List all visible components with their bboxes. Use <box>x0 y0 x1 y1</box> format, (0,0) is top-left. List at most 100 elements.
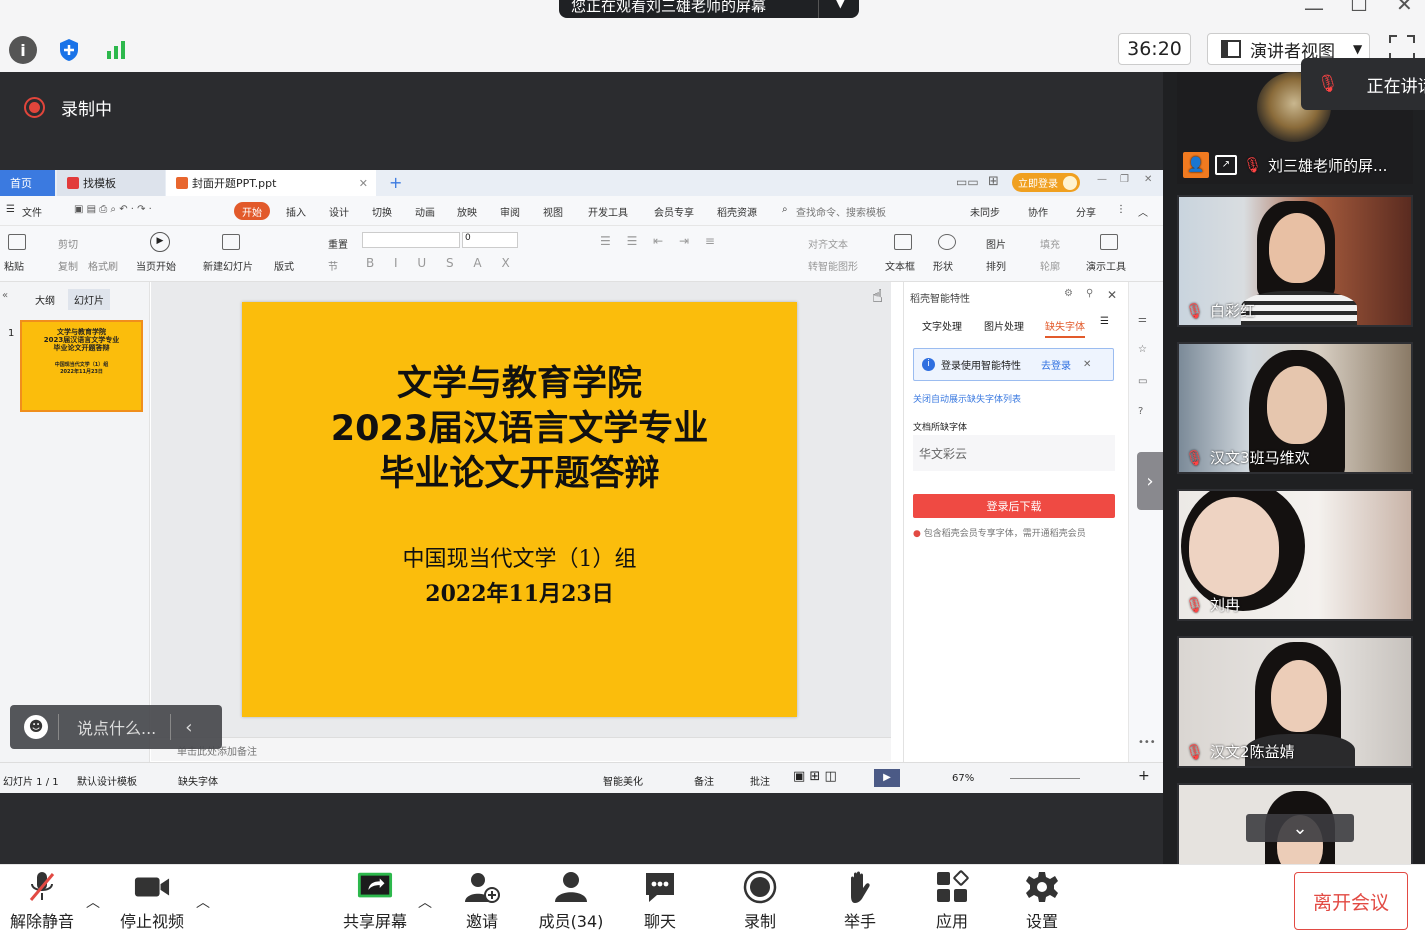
from-current-button[interactable]: 当页开始 <box>136 258 176 273</box>
invite-button[interactable]: 邀请 <box>452 870 512 932</box>
outline-button[interactable]: 轮廓 <box>1040 258 1060 273</box>
missing-font-item[interactable]: 华文彩云 <box>913 435 1115 471</box>
menu-transition[interactable]: 切换 <box>372 204 392 219</box>
reset-button[interactable]: 重置 <box>328 236 348 251</box>
format-painter-button[interactable]: 格式刷 <box>88 258 118 273</box>
chevron-up-icon[interactable]: ︿ <box>86 892 100 912</box>
collapse-panel-icon[interactable]: « <box>2 290 8 301</box>
collapse-panel-handle[interactable]: › <box>1137 452 1163 510</box>
menu-developer[interactable]: 开发工具 <box>588 204 628 219</box>
chat-quick-input[interactable]: ☻ 说点什么... ‹ <box>10 705 222 749</box>
menu-design[interactable]: 设计 <box>329 204 349 219</box>
menu-icon[interactable]: ☰ <box>1100 316 1109 327</box>
zoom-slider[interactable] <box>1010 778 1080 779</box>
scroll-more-participants[interactable]: ⌄ <box>1246 814 1354 842</box>
hamburger-icon[interactable]: ☰ <box>6 204 15 215</box>
notes-toggle[interactable]: 备注 <box>694 773 714 788</box>
paste-button[interactable]: 粘贴 <box>4 258 24 273</box>
smart-panel-header[interactable]: 稻壳智能特性 <box>910 290 970 305</box>
section-button[interactable]: 节 <box>328 258 338 273</box>
apps-grid-icon[interactable]: ⊞ <box>988 174 999 189</box>
video-tile[interactable]: 🎙 汉文2陈益婧 <box>1177 636 1413 768</box>
close-icon[interactable]: ✕ <box>1144 174 1152 185</box>
close-icon[interactable]: ✕ <box>1083 359 1091 370</box>
zoom-level[interactable]: 67% <box>952 773 974 784</box>
paragraph-icons[interactable]: ☰ ☰ ⇤ ⇥ ≡ <box>600 234 721 248</box>
chat-button[interactable]: 聊天 <box>630 870 690 932</box>
slide-subtitle[interactable]: 中国现当代文学（1）组 2022年11月23日 <box>242 542 797 612</box>
present-tools-button[interactable]: 演示工具 <box>1086 258 1126 273</box>
fill-button[interactable]: 填充 <box>1040 236 1060 251</box>
tab-home[interactable]: 首页 <box>0 170 55 196</box>
login-now-button[interactable]: 立即登录 <box>1012 173 1080 192</box>
chevron-up-icon[interactable]: ︿ <box>418 892 432 912</box>
tab-templates[interactable]: 找模板 <box>57 170 165 196</box>
leave-meeting-button[interactable]: 离开会议 <box>1294 872 1408 930</box>
share-button[interactable]: 分享 <box>1076 204 1096 219</box>
cut-button[interactable]: 剪切 <box>58 236 78 251</box>
stop-video-button[interactable]: 停止视频 <box>118 870 186 932</box>
collapse-ribbon-icon[interactable]: ︿ <box>1138 204 1148 219</box>
close-icon[interactable]: ✕ <box>1396 0 1413 16</box>
menu-start[interactable]: 开始 <box>234 202 270 220</box>
video-tile[interactable]: 🎙 白彩红 <box>1177 195 1413 327</box>
menu-review[interactable]: 审阅 <box>500 204 520 219</box>
minimize-icon[interactable]: — <box>1097 174 1107 185</box>
video-tile[interactable]: 🎙 汉文3班马维欢 <box>1177 342 1413 474</box>
info-icon[interactable]: i <box>9 36 37 64</box>
close-icon[interactable]: ✕ <box>1107 288 1117 302</box>
slide[interactable]: 文学与教育学院 2023届汉语言文学专业 毕业论文开题答辩 中国现当代文学（1）… <box>242 302 797 717</box>
font-name-select[interactable] <box>362 232 460 248</box>
menu-member[interactable]: 会员专享 <box>654 204 694 219</box>
settings-button[interactable]: 设置 <box>1012 870 1072 932</box>
copy-button[interactable]: 复制 <box>58 258 78 273</box>
more-icon[interactable]: ••• <box>1138 737 1156 748</box>
picture-button[interactable]: 图片 <box>986 236 1006 251</box>
chevron-left-icon[interactable]: ‹ <box>185 717 192 738</box>
login-download-button[interactable]: 登录后下载 <box>913 494 1115 518</box>
sync-status[interactable]: 未同步 <box>970 204 1000 219</box>
comments-toggle[interactable]: 批注 <box>750 773 770 788</box>
layout-button[interactable]: 版式 <box>274 258 294 273</box>
star-icon[interactable]: ☆ <box>1138 344 1147 355</box>
adjust-icon[interactable]: ⚌ <box>1138 314 1147 325</box>
align-text-button[interactable]: 对齐文本 <box>808 236 848 251</box>
tab-outline[interactable]: 大纲 <box>35 292 55 307</box>
tab-document[interactable]: 封面开题PPT.ppt ✕ <box>166 170 376 196</box>
zoom-in-icon[interactable]: + <box>1138 768 1150 784</box>
menu-insert[interactable]: 插入 <box>286 204 306 219</box>
auto-show-link[interactable]: 关闭自动展示缺失字体列表 <box>913 392 1021 405</box>
menu-docer[interactable]: 稻壳资源 <box>717 204 757 219</box>
apps-button[interactable]: 应用 <box>922 870 982 932</box>
paste-icon[interactable] <box>8 234 26 250</box>
command-search-input[interactable]: 查找命令、搜索模板 <box>796 204 886 219</box>
screen-share-banner[interactable]: 您正在观看刘三雄老师的屏幕 ▼ <box>559 0 859 18</box>
pin-icon[interactable]: ⚲ <box>1086 288 1093 299</box>
video-tile[interactable]: 🎙 刘冉 <box>1177 489 1413 621</box>
notes-area[interactable]: 单击此处添加备注 <box>151 737 891 761</box>
arrange-button[interactable]: 排列 <box>986 258 1006 273</box>
tab-missing-fonts[interactable]: 缺失字体 <box>1045 318 1085 338</box>
slide-thumbnail[interactable]: 文学与教育学院 2023届汉语言文学专业 毕业论文开题答辩 中国现当代文学（1）… <box>20 320 143 412</box>
unmute-button[interactable]: 解除静音 <box>8 870 76 932</box>
slide-title[interactable]: 文学与教育学院 2023届汉语言文学专业 毕业论文开题答辩 <box>242 362 797 497</box>
members-button[interactable]: 成员(34) <box>535 870 607 932</box>
tab-image-processing[interactable]: 图片处理 <box>984 318 1024 333</box>
security-shield-icon[interactable] <box>55 36 83 64</box>
template-name[interactable]: 默认设计模板 <box>77 773 137 788</box>
restore-icon[interactable]: ❐ <box>1120 174 1129 185</box>
missing-font-status[interactable]: 缺失字体 <box>178 773 218 788</box>
beautify-button[interactable]: 智能美化 <box>603 773 643 788</box>
play-slideshow-button[interactable]: ▶ <box>874 769 900 787</box>
record-button[interactable]: 录制 <box>730 870 790 932</box>
view-normal-icon[interactable]: ▣ ⊞ ◫ <box>793 769 837 784</box>
smart-shape-button[interactable]: 转智能图形 <box>808 258 858 273</box>
close-tab-icon[interactable]: ✕ <box>359 177 368 190</box>
chevron-up-icon[interactable]: ︿ <box>196 892 210 912</box>
font-size-select[interactable]: 0 <box>462 232 518 248</box>
menu-animation[interactable]: 动画 <box>415 204 435 219</box>
new-slide-button[interactable]: 新建幻灯片 <box>203 258 253 273</box>
menu-file[interactable]: 文件 <box>22 204 42 219</box>
share-screen-button[interactable]: 共享屏幕 <box>340 870 410 932</box>
window-layout-icon[interactable]: ▭▭ <box>956 175 979 189</box>
